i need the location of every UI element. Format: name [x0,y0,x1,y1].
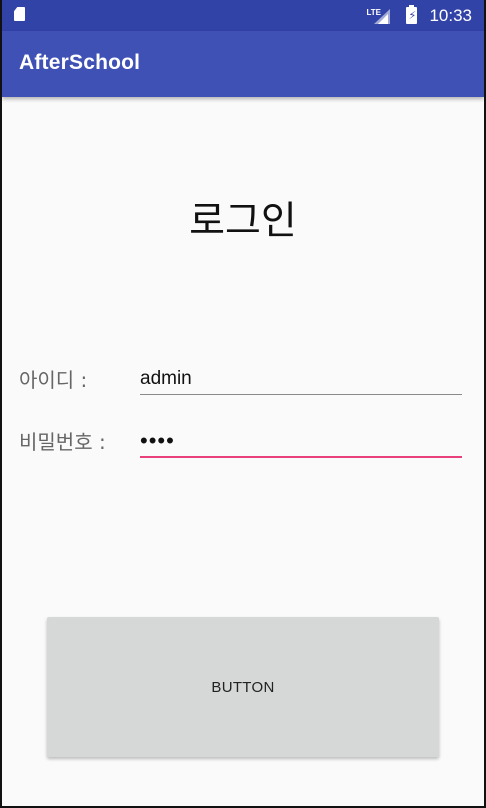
password-label: 비밀번호 : [19,430,106,454]
login-button[interactable]: BUTTON [47,617,439,757]
signal-strength-level [378,13,389,24]
password-input[interactable] [140,426,462,458]
sd-card-icon [14,7,25,21]
charging-bolt-icon: ⚡ [408,9,417,22]
status-time: 10:33 [429,5,472,25]
status-bar: LTE ⚡ 10:33 [2,0,484,31]
id-input[interactable] [140,364,462,395]
app-title: AfterSchool [19,51,141,74]
id-label: 아이디 : [19,368,88,392]
page-title: 로그인 [189,199,297,244]
app-screen: LTE ⚡ 10:33 AfterSchool 로그인 아이디 : 비밀번호 :… [0,0,486,808]
battery-charging-icon: ⚡ [406,5,418,24]
app-bar: AfterSchool [2,31,484,97]
signal-icon: LTE [366,7,396,25]
status-indicators: LTE ⚡ 10:33 [366,0,472,31]
